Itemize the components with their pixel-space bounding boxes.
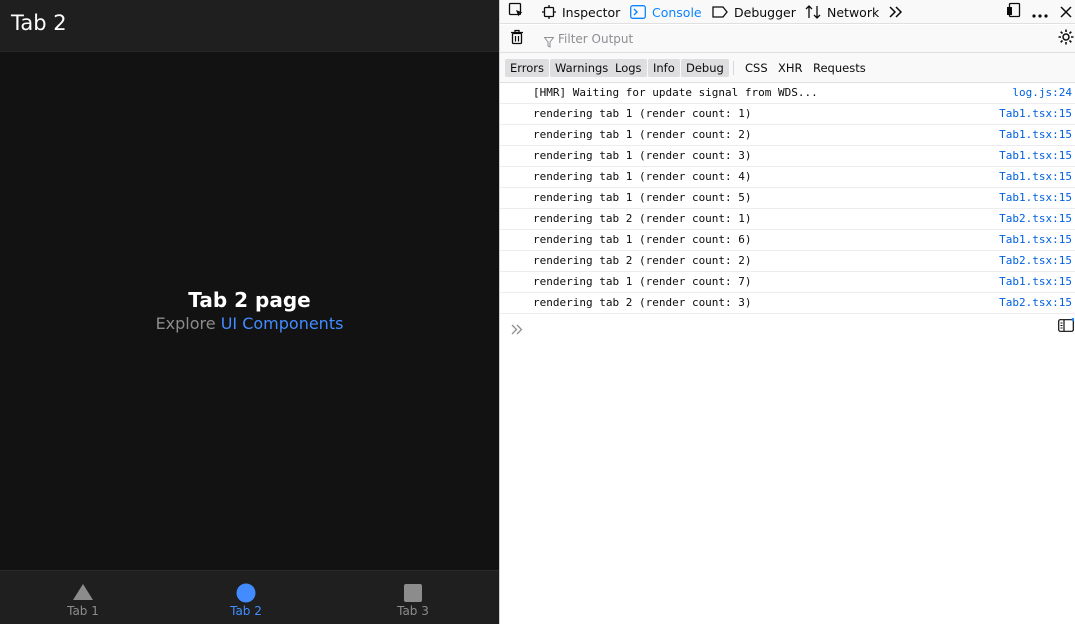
console-message: rendering tab 2 (render count: 2) Tab2.t… [500,251,1075,272]
message-source-link[interactable]: Tab2.tsx:15 [999,296,1072,309]
tab-console-label: Console [652,4,702,20]
message-text: rendering tab 2 (render count: 2) [533,254,752,267]
message-source-link[interactable]: Tab1.tsx:15 [999,191,1072,204]
responsive-mode-button[interactable] [1002,0,1026,24]
tab-inspector-label: Inspector [562,4,621,20]
tab-1[interactable]: Tab 1 [0,571,166,624]
tab-bar: Tab 1 Tab 2 Tab 3 [0,570,499,624]
prompt-chevron-icon [511,320,523,339]
page-content: Tab 2 page Explore UI Components [0,288,499,336]
console-message: rendering tab 1 (render count: 1) Tab1.t… [500,104,1075,125]
more-tools-button[interactable] [884,0,908,24]
debugger-icon [712,6,728,18]
filter-logs[interactable]: Logs [610,59,647,77]
filter-debug[interactable]: Debug [681,59,729,77]
tab-1-label: Tab 1 [67,604,99,618]
message-text: rendering tab 1 (render count: 7) [533,275,752,288]
filter-css[interactable]: CSS [740,59,773,77]
tab-console[interactable]: Console [630,0,702,24]
explore-prefix: Explore [155,314,221,333]
console-icon [630,5,646,19]
element-picker-icon [508,2,524,22]
message-source-link[interactable]: Tab2.tsx:15 [999,212,1072,225]
tab-network-label: Network [827,4,880,20]
level-separator [733,61,734,75]
chevron-double-right-icon [889,3,903,22]
message-text: rendering tab 2 (render count: 3) [533,296,752,309]
editor-mode-button[interactable] [1054,314,1075,338]
gear-icon [1058,29,1074,49]
filter-output-input[interactable] [540,29,1020,49]
console-message: rendering tab 2 (render count: 1) Tab2.t… [500,209,1075,230]
filter-warnings[interactable]: Warnings [550,59,614,77]
trash-icon [510,29,524,49]
message-source-link[interactable]: Tab1.tsx:15 [999,149,1072,162]
message-source-link[interactable]: Tab1.tsx:15 [999,233,1072,246]
console-message: rendering tab 1 (render count: 4) Tab1.t… [500,167,1075,188]
filter-bar [500,25,1075,53]
ellipsis-icon [1032,3,1048,22]
console-message: rendering tab 1 (render count: 6) Tab1.t… [500,230,1075,251]
message-text: rendering tab 1 (render count: 4) [533,170,752,183]
inspector-icon [542,5,556,19]
devtools-pane: Inspector Console Debugger Network Filte… [499,0,1075,624]
tab-3[interactable]: Tab 3 [330,571,496,624]
message-text: rendering tab 2 (render count: 1) [533,212,752,225]
message-source-link[interactable]: Tab1.tsx:15 [999,170,1072,183]
close-icon [1060,3,1072,22]
message-text: [HMR] Waiting for update signal from WDS… [533,86,818,99]
message-text: rendering tab 1 (render count: 1) [533,107,752,120]
network-icon [805,5,821,19]
message-source-link[interactable]: Tab1.tsx:15 [999,107,1072,120]
app-pane: Tab 2 Tab 2 page Explore UI Components T… [0,0,499,624]
filter-requests[interactable]: Requests [808,59,871,77]
clear-console-button[interactable] [505,27,529,51]
app-header: Tab 2 [0,0,499,52]
filter-xhr[interactable]: XHR [773,59,808,77]
tab-debugger[interactable]: Debugger [712,0,796,24]
message-source-link[interactable]: Tab1.tsx:15 [999,128,1072,141]
console-output: [HMR] Waiting for update signal from WDS… [500,83,1075,314]
tab-network[interactable]: Network [805,0,879,24]
tab-2-label: Tab 2 [230,604,262,618]
close-devtools-button[interactable] [1054,0,1075,24]
message-source-link[interactable]: Tab1.tsx:15 [999,275,1072,288]
console-settings-button[interactable] [1054,27,1075,51]
devtools-toolbar: Inspector Console Debugger Network [500,0,1075,24]
message-source-link[interactable]: Tab2.tsx:15 [999,254,1072,267]
console-message: rendering tab 1 (render count: 2) Tab1.t… [500,125,1075,146]
filter-info[interactable]: Info [648,59,680,77]
split-editor-icon [1058,317,1075,336]
tab-inspector[interactable]: Inspector [542,0,620,24]
options-menu-button[interactable] [1028,0,1052,24]
console-input-row [500,314,1075,338]
message-source-link[interactable]: log.js:24 [1012,86,1072,99]
message-text: rendering tab 1 (render count: 5) [533,191,752,204]
page-heading: Tab 2 page [188,288,311,312]
dock-side-icon [1006,2,1022,22]
message-text: rendering tab 1 (render count: 3) [533,149,752,162]
console-message: rendering tab 1 (render count: 3) Tab1.t… [500,146,1075,167]
ui-components-link[interactable]: UI Components [221,314,344,333]
console-message: rendering tab 1 (render count: 5) Tab1.t… [500,188,1075,209]
filter-errors[interactable]: Errors [505,59,550,77]
log-level-filters: Errors Warnings Logs Info Debug CSS XHR … [500,53,1075,83]
triangle-icon [72,583,94,605]
page-title: Tab 2 [11,11,67,35]
console-message: rendering tab 2 (render count: 3) Tab2.t… [500,293,1075,314]
console-message: rendering tab 1 (render count: 7) Tab1.t… [500,272,1075,293]
tab-3-label: Tab 3 [397,604,429,618]
element-picker-button[interactable] [504,0,528,24]
explore-text: Explore UI Components [0,312,499,336]
message-text: rendering tab 1 (render count: 2) [533,128,752,141]
tab-debugger-label: Debugger [734,4,796,20]
message-text: rendering tab 1 (render count: 6) [533,233,752,246]
tab-2[interactable]: Tab 2 [163,571,329,624]
console-input[interactable] [533,316,1033,336]
console-message: [HMR] Waiting for update signal from WDS… [500,83,1075,104]
